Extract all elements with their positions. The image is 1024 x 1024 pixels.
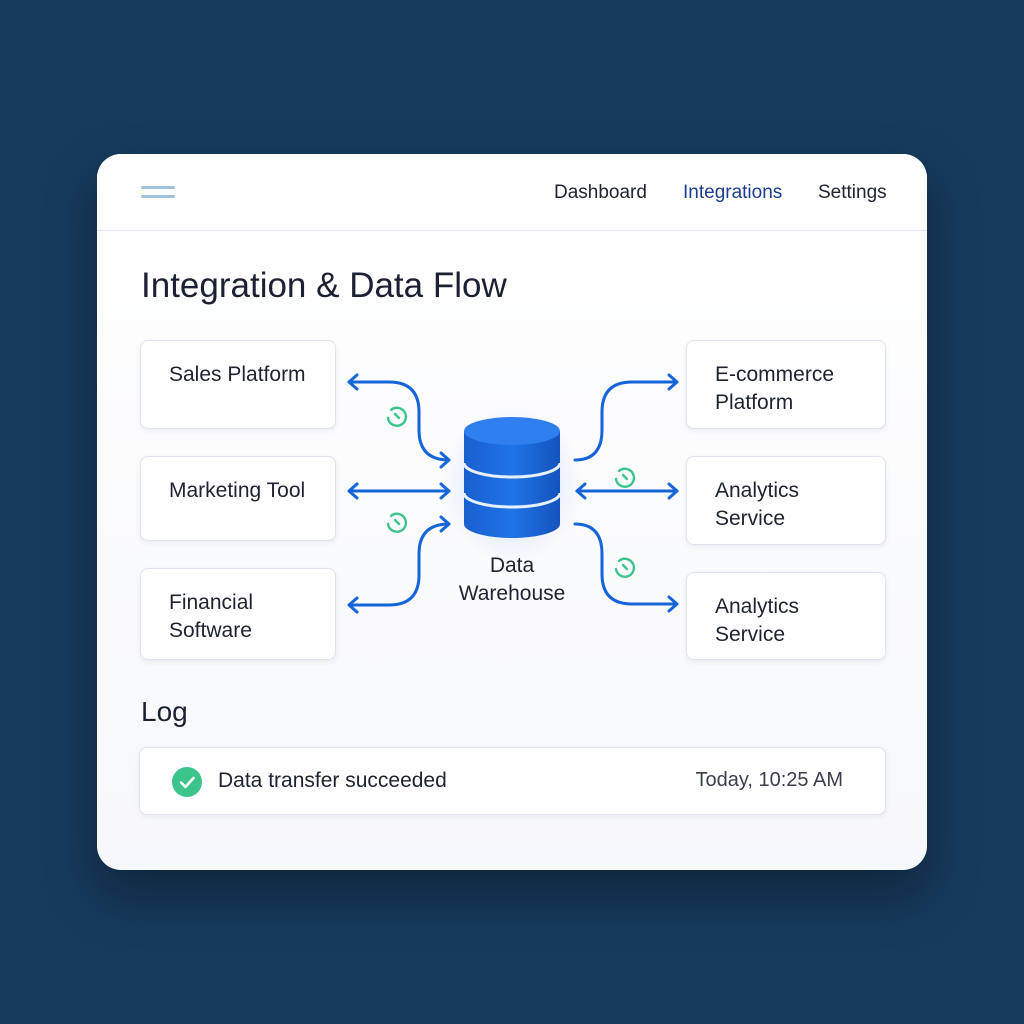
- source-node-marketing-tool[interactable]: Marketing Tool: [140, 456, 336, 541]
- node-label: Analytics: [715, 595, 800, 618]
- log-title: Log: [141, 696, 188, 727]
- node-label: Service: [715, 507, 786, 530]
- connector-ecommerce: [573, 380, 679, 462]
- destination-node-analytics-service[interactable]: Analytics Service: [686, 456, 886, 545]
- sync-icon: [386, 406, 408, 427]
- check-circle-icon: [172, 767, 202, 797]
- data-warehouse-label: Data Warehouse: [437, 552, 587, 608]
- node-label: Financial: [169, 591, 254, 614]
- node-label: Platform: [715, 391, 794, 414]
- sync-icon: [614, 557, 636, 578]
- sync-icon: [614, 467, 636, 488]
- destination-node-analytics-service-2[interactable]: Analytics Service: [686, 572, 886, 660]
- node-label: Sales Platform: [169, 363, 306, 386]
- source-node-financial-software[interactable]: Financial Software: [140, 568, 336, 660]
- destination-node-ecommerce-platform[interactable]: E-commerce Platform: [686, 340, 886, 429]
- hub-label-line: Warehouse: [458, 582, 566, 605]
- connector-sales: [347, 380, 451, 462]
- database-icon: [442, 404, 582, 564]
- nav-integrations[interactable]: Integrations: [683, 182, 782, 204]
- node-label: Marketing Tool: [169, 479, 306, 502]
- node-label: Analytics: [715, 479, 800, 502]
- node-label: E-commerce: [715, 363, 835, 386]
- log-entry[interactable]: Data transfer succeeded Today, 10:25 AM: [139, 747, 886, 815]
- hamburger-icon[interactable]: [141, 184, 175, 202]
- top-nav-bar: Dashboard Integrations Settings: [97, 154, 927, 231]
- nav-settings[interactable]: Settings: [818, 182, 887, 204]
- hub-label-line: Data: [489, 554, 535, 577]
- log-timestamp: Today, 10:25 AM: [695, 769, 844, 791]
- connector-financial: [347, 522, 451, 607]
- page-title: Integration & Data Flow: [141, 266, 507, 305]
- node-label: Software: [169, 619, 252, 642]
- connector-analytics-2: [573, 522, 679, 606]
- source-node-sales-platform[interactable]: Sales Platform: [140, 340, 336, 429]
- nav-dashboard[interactable]: Dashboard: [554, 182, 647, 204]
- node-label: Service: [715, 623, 786, 646]
- sync-icon: [386, 512, 408, 533]
- log-message: Data transfer succeeded: [218, 769, 447, 792]
- integration-panel: Dashboard Integrations Settings Integrat…: [97, 154, 927, 870]
